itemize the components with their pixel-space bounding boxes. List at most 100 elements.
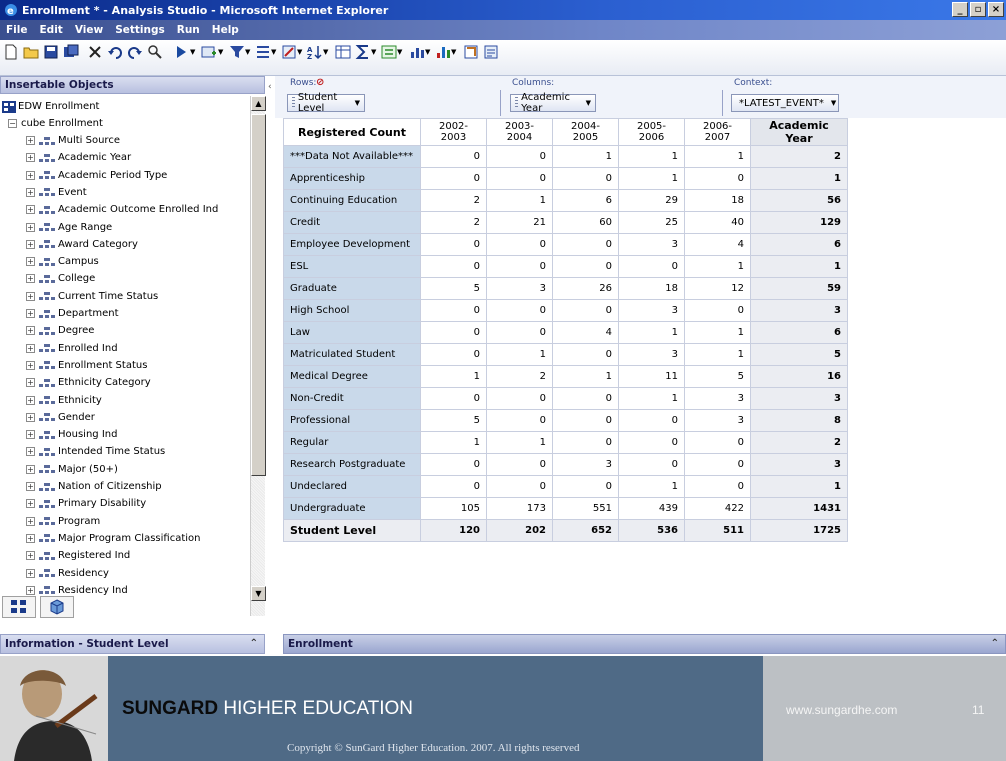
tree-item[interactable]: + Academic Year — [26, 149, 131, 166]
menu-help[interactable]: Help — [212, 24, 239, 36]
dropdown-arrow-icon[interactable]: ▼ — [586, 99, 591, 107]
tree-item[interactable]: + Ethnicity Category — [26, 374, 151, 391]
tree-cube[interactable]: − cube Enrollment — [8, 115, 103, 132]
expand-icon[interactable]: + — [26, 239, 35, 249]
row-total-cell[interactable]: 3 — [750, 453, 848, 476]
data-cell[interactable]: 0 — [486, 299, 553, 322]
data-cell[interactable]: 40 — [684, 211, 751, 234]
menu-file[interactable]: File — [6, 24, 28, 36]
expand-icon[interactable]: + — [26, 585, 35, 595]
row-total-cell[interactable]: 3 — [750, 387, 848, 410]
data-cell[interactable]: 1 — [684, 321, 751, 344]
tree-item[interactable]: + Residency Ind — [26, 582, 128, 596]
sort-dropdown-icon[interactable]: ▼ — [323, 48, 328, 56]
scroll-up-icon[interactable]: ▲ — [251, 96, 266, 111]
tree-item[interactable]: + Registered Ind — [26, 547, 130, 564]
display-type-icon[interactable] — [408, 44, 426, 60]
data-cell[interactable]: 0 — [420, 233, 487, 256]
data-cell[interactable]: 0 — [486, 475, 553, 498]
row-total-cell[interactable]: 5 — [750, 343, 848, 366]
row-header[interactable]: Undeclared — [283, 475, 421, 498]
data-cell[interactable]: 4 — [684, 233, 751, 256]
data-cell[interactable]: 18 — [684, 189, 751, 212]
row-total-cell[interactable]: 2 — [750, 145, 848, 168]
open-icon[interactable] — [22, 44, 40, 60]
delete-icon[interactable] — [86, 44, 104, 60]
source-tab[interactable] — [2, 596, 36, 618]
data-cell[interactable]: 60 — [552, 211, 619, 234]
undo-icon[interactable] — [106, 44, 124, 60]
row-total-cell[interactable]: 56 — [750, 189, 848, 212]
data-cell[interactable]: 2 — [420, 211, 487, 234]
data-cell[interactable]: 0 — [486, 145, 553, 168]
tree-item[interactable]: + Major Program Classification — [26, 530, 200, 547]
data-cell[interactable]: 1 — [618, 475, 685, 498]
column-header[interactable]: 2005-2006 — [618, 118, 685, 146]
tree-item[interactable]: + Current Time Status — [26, 288, 158, 305]
data-cell[interactable]: 25 — [618, 211, 685, 234]
minimize-button[interactable]: _ — [952, 2, 968, 17]
data-cell[interactable]: 0 — [552, 387, 619, 410]
remove-nesting-icon[interactable]: ⊘ — [316, 77, 324, 88]
row-header[interactable]: Law — [283, 321, 421, 344]
tree-item[interactable]: + Campus — [26, 253, 99, 270]
measure-header[interactable]: Registered Count — [283, 118, 421, 146]
data-cell[interactable]: 1 — [420, 431, 487, 454]
tree-item[interactable]: + Enrolled Ind — [26, 340, 118, 357]
tree-item[interactable]: + Primary Disability — [26, 495, 146, 512]
save-as-icon[interactable] — [62, 44, 80, 60]
expand-icon[interactable]: + — [26, 343, 35, 353]
tree-item[interactable]: + Residency — [26, 565, 109, 582]
data-cell[interactable]: 12 — [684, 277, 751, 300]
data-cell[interactable]: 5 — [684, 365, 751, 388]
sort-icon[interactable]: AZ — [306, 44, 324, 60]
data-cell[interactable]: 1 — [552, 365, 619, 388]
row-header[interactable]: Employee Development — [283, 233, 421, 256]
save-icon[interactable] — [42, 44, 60, 60]
column-total-cell[interactable]: 652 — [552, 519, 619, 542]
row-total-cell[interactable]: 16 — [750, 365, 848, 388]
chart-icon[interactable] — [434, 44, 452, 60]
insert-icon[interactable] — [200, 44, 218, 60]
information-bar[interactable]: Information - Student Level ⌃ — [0, 634, 265, 654]
data-cell[interactable]: 0 — [486, 167, 553, 190]
maximize-button[interactable]: ▫ — [970, 2, 986, 17]
top-bottom-icon[interactable] — [254, 44, 272, 60]
data-cell[interactable]: 0 — [420, 145, 487, 168]
expand-icon[interactable]: + — [26, 187, 35, 197]
data-cell[interactable]: 1 — [420, 365, 487, 388]
data-cell[interactable]: 0 — [420, 321, 487, 344]
data-cell[interactable]: 0 — [486, 321, 553, 344]
data-cell[interactable]: 0 — [486, 409, 553, 432]
data-cell[interactable]: 3 — [486, 277, 553, 300]
data-cell[interactable]: 3 — [552, 453, 619, 476]
row-header[interactable]: Research Postgraduate — [283, 453, 421, 476]
menu-view[interactable]: View — [75, 24, 103, 36]
data-cell[interactable]: 0 — [486, 233, 553, 256]
tree-item[interactable]: + Award Category — [26, 236, 138, 253]
expand-icon[interactable]: + — [26, 378, 35, 388]
data-cell[interactable]: 0 — [552, 343, 619, 366]
top-bottom-dropdown-icon[interactable]: ▼ — [271, 48, 276, 56]
run-dropdown-icon[interactable]: ▼ — [190, 48, 195, 56]
data-cell[interactable]: 0 — [420, 299, 487, 322]
row-total-cell[interactable]: 59 — [750, 277, 848, 300]
data-cell[interactable]: 26 — [552, 277, 619, 300]
column-total-cell[interactable]: 120 — [420, 519, 487, 542]
column-header[interactable]: 2006-2007 — [684, 118, 751, 146]
data-cell[interactable]: 5 — [420, 277, 487, 300]
columns-chip[interactable]: Academic Year ▼ — [510, 92, 596, 114]
calculation-icon[interactable] — [334, 44, 352, 60]
swap-rows-columns-icon[interactable] — [462, 44, 480, 60]
data-cell[interactable]: 2 — [486, 365, 553, 388]
row-total-cell[interactable]: 6 — [750, 233, 848, 256]
row-total-cell[interactable]: 6 — [750, 321, 848, 344]
data-cell[interactable]: 0 — [420, 167, 487, 190]
data-cell[interactable]: 3 — [618, 233, 685, 256]
expand-icon[interactable]: + — [26, 257, 35, 267]
data-cell[interactable]: 0 — [552, 255, 619, 278]
data-cell[interactable]: 0 — [684, 299, 751, 322]
scroll-thumb[interactable] — [251, 114, 266, 476]
data-cell[interactable]: 0 — [552, 431, 619, 454]
tree-item[interactable]: + Ethnicity — [26, 392, 102, 409]
